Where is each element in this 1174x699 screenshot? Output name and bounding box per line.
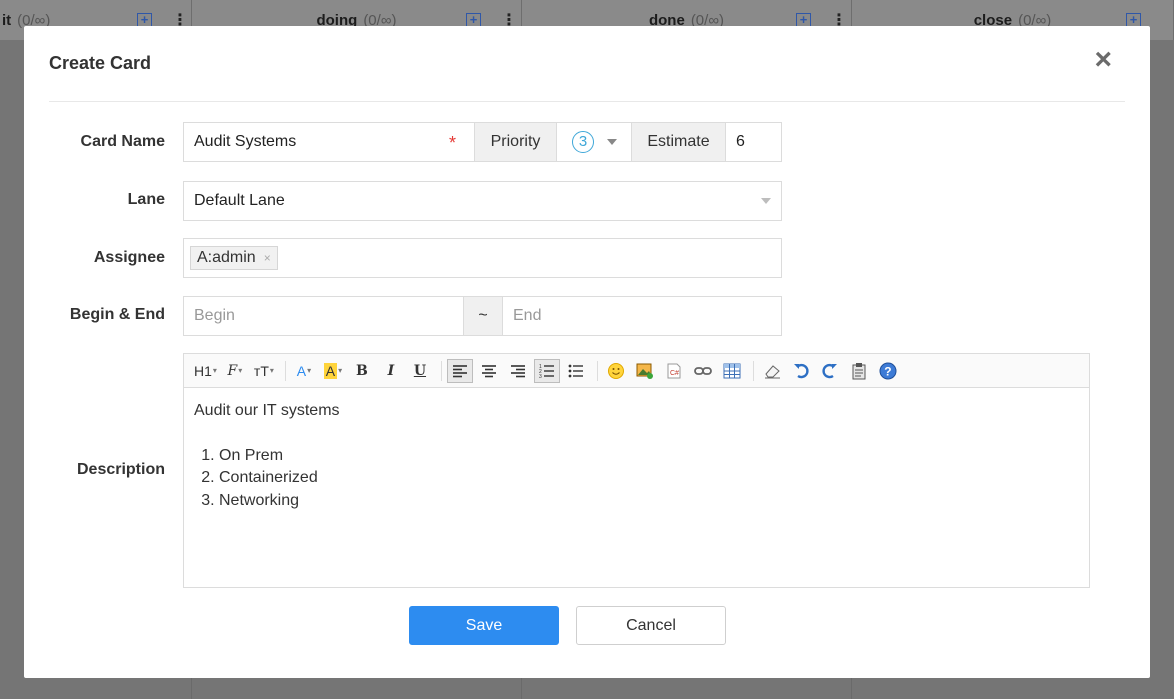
emoji-icon bbox=[607, 362, 624, 379]
toolbar-separator bbox=[596, 360, 598, 381]
insert-table-button[interactable] bbox=[719, 359, 745, 383]
bg-color-button[interactable]: A ▾ bbox=[320, 359, 346, 383]
redo-icon bbox=[822, 363, 837, 378]
source-button[interactable] bbox=[846, 359, 872, 383]
list-item: Networking bbox=[219, 490, 1079, 513]
date-separator: ~ bbox=[463, 296, 503, 336]
cancel-button[interactable]: Cancel bbox=[576, 606, 726, 645]
bullet-list-button[interactable] bbox=[563, 359, 589, 383]
bg-color-label: A bbox=[323, 362, 338, 379]
svg-text:?: ? bbox=[884, 364, 891, 378]
card-name-value: Audit Systems bbox=[194, 133, 297, 150]
undo-icon bbox=[793, 363, 809, 378]
align-left-icon bbox=[452, 364, 467, 377]
assignee-tag: A:admin × bbox=[190, 246, 278, 270]
insert-code-button[interactable]: C# bbox=[661, 359, 687, 383]
heading-label: H1 bbox=[194, 362, 212, 379]
save-button[interactable]: Save bbox=[409, 606, 559, 645]
font-family-button[interactable]: F ▾ bbox=[222, 359, 248, 383]
remove-tag-icon[interactable]: × bbox=[264, 251, 271, 265]
ordered-list-button[interactable]: 123 bbox=[533, 358, 560, 383]
list-item: Containerized bbox=[219, 467, 1079, 490]
description-label: Description bbox=[76, 461, 165, 478]
align-center-icon bbox=[481, 364, 496, 377]
divider bbox=[49, 101, 1125, 102]
description-editor: H1 ▾ F ▾ тT ▾ A ▾ A ▾ B I U 123 C# ? Aud… bbox=[183, 353, 1090, 588]
lane-label: Lane bbox=[127, 191, 165, 208]
undo-button[interactable] bbox=[788, 359, 814, 383]
toolbar-separator bbox=[440, 360, 442, 381]
align-center-button[interactable] bbox=[476, 359, 502, 383]
end-date-input[interactable]: End bbox=[502, 296, 782, 336]
image-icon bbox=[636, 363, 653, 379]
editor-content[interactable]: Audit our IT systems On Prem Containeriz… bbox=[184, 388, 1089, 524]
estimate-label: Estimate bbox=[631, 122, 726, 162]
card-name-label: Card Name bbox=[80, 133, 165, 150]
align-left-button[interactable] bbox=[446, 358, 473, 383]
description-text: Audit our IT systems bbox=[194, 402, 340, 419]
dialog-title: Create Card bbox=[49, 53, 152, 73]
description-list: On Prem Containerized Networking bbox=[194, 445, 1079, 513]
help-icon: ? bbox=[879, 362, 897, 379]
lane-value: Default Lane bbox=[194, 192, 285, 209]
end-placeholder: End bbox=[513, 307, 542, 324]
lane-select[interactable]: Default Lane bbox=[183, 181, 782, 221]
code-icon: C# bbox=[667, 363, 681, 378]
close-icon[interactable]: × bbox=[1094, 45, 1112, 75]
priority-label: Priority bbox=[474, 122, 557, 162]
heading-button[interactable]: H1 ▾ bbox=[192, 359, 219, 383]
help-button[interactable]: ? bbox=[875, 359, 901, 383]
assignee-tag-label: A:admin bbox=[197, 249, 256, 266]
eraser-icon bbox=[764, 364, 780, 378]
underline-button[interactable]: U bbox=[407, 359, 433, 383]
clipboard-icon bbox=[852, 362, 866, 379]
table-icon bbox=[723, 363, 741, 378]
link-icon bbox=[694, 366, 712, 375]
assignee-label: Assignee bbox=[93, 249, 165, 266]
toolbar-separator bbox=[752, 360, 754, 381]
bold-button[interactable]: B bbox=[349, 359, 375, 383]
required-mark: * bbox=[449, 133, 457, 153]
svg-text:3: 3 bbox=[539, 374, 542, 378]
font-color-button[interactable]: A ▾ bbox=[291, 359, 317, 383]
insert-image-button[interactable] bbox=[632, 359, 658, 383]
toolbar-separator bbox=[284, 360, 286, 381]
insert-link-button[interactable] bbox=[690, 359, 716, 383]
align-right-icon bbox=[510, 364, 525, 377]
estimate-input[interactable]: 6 bbox=[725, 122, 782, 162]
begin-date-input[interactable]: Begin bbox=[183, 296, 464, 336]
chevron-down-icon bbox=[607, 139, 617, 145]
ordered-list-icon: 123 bbox=[539, 364, 554, 378]
estimate-value: 6 bbox=[736, 133, 745, 150]
align-right-button[interactable] bbox=[505, 359, 531, 383]
editor-toolbar: H1 ▾ F ▾ тT ▾ A ▾ A ▾ B I U 123 C# ? bbox=[184, 354, 1089, 388]
begin-end-label: Begin & End bbox=[69, 306, 165, 323]
assignee-select[interactable]: A:admin × bbox=[183, 238, 782, 278]
begin-placeholder: Begin bbox=[194, 307, 235, 324]
priority-select[interactable]: 3 bbox=[556, 122, 632, 162]
card-name-input[interactable]: Audit Systems * bbox=[183, 122, 475, 162]
bullet-list-icon bbox=[568, 364, 583, 377]
font-size-button[interactable]: тT ▾ bbox=[251, 359, 277, 383]
redo-button[interactable] bbox=[817, 359, 843, 383]
priority-value: 3 bbox=[572, 131, 594, 153]
font-color-label: A bbox=[296, 362, 307, 379]
italic-button[interactable]: I bbox=[378, 359, 404, 383]
list-item: On Prem bbox=[219, 445, 1079, 468]
font-family-label: F bbox=[227, 362, 238, 379]
svg-text:C#: C# bbox=[670, 370, 679, 377]
column-name: it bbox=[2, 12, 12, 29]
font-size-label: тT bbox=[253, 362, 269, 379]
create-card-dialog: Create Card × Card Name Audit Systems * … bbox=[24, 26, 1150, 678]
emoji-button[interactable] bbox=[603, 359, 629, 383]
chevron-down-icon bbox=[761, 198, 771, 204]
clear-format-button[interactable] bbox=[759, 359, 785, 383]
